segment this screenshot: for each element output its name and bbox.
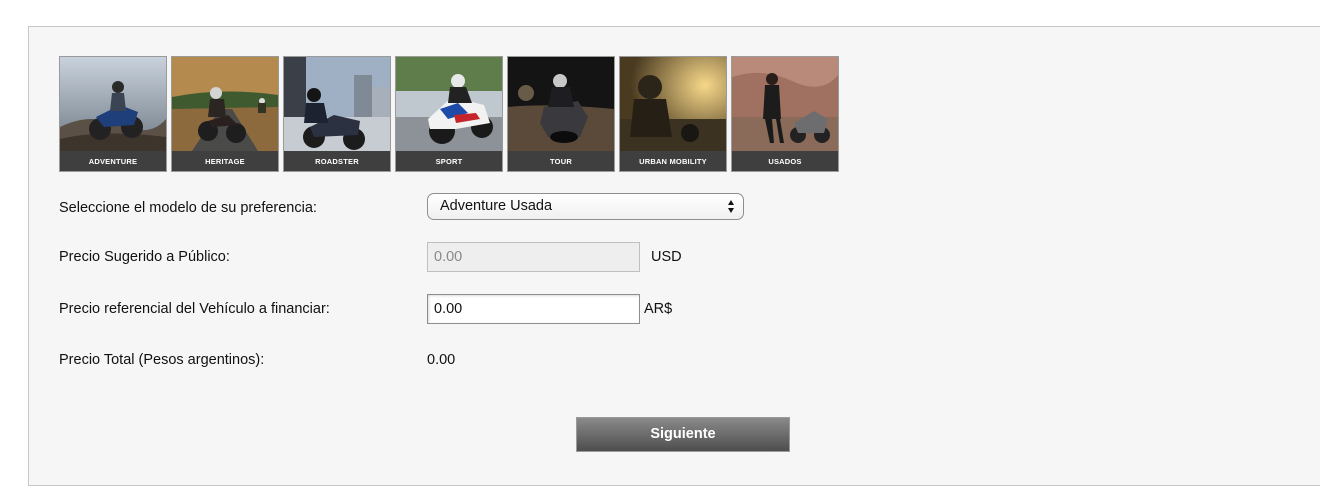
model-label: Seleccione el modelo de su preferencia: [59, 200, 317, 216]
suggested-price-unit: USD [651, 249, 682, 265]
roadster-photo [284, 57, 390, 151]
adventure-photo [60, 57, 166, 151]
total-price-label: Precio Total (Pesos argentinos): [59, 352, 265, 368]
category-tile-sport[interactable]: SPORT [395, 56, 503, 172]
up-down-arrows-icon [727, 198, 735, 215]
next-button[interactable]: Siguiente [576, 417, 790, 452]
heritage-photo [172, 57, 278, 151]
model-select[interactable]: Adventure Usada [427, 193, 744, 220]
reference-price-unit: AR$ [644, 301, 673, 317]
category-label: TOUR [508, 151, 614, 171]
suggested-price-field [427, 242, 640, 272]
category-tile-urban-mobility[interactable]: URBAN MOBILITY [619, 56, 727, 172]
category-tile-usados[interactable]: USADOS [731, 56, 839, 172]
category-tiles: ADVENTURE HERITAGE ROADSTER SPORT TOUR U… [59, 56, 839, 172]
reference-price-label: Precio referencial del Vehículo a financ… [59, 301, 330, 317]
category-tile-adventure[interactable]: ADVENTURE [59, 56, 167, 172]
tour-photo [508, 57, 614, 151]
usados-photo [732, 57, 838, 151]
suggested-price-label: Precio Sugerido a Público: [59, 249, 230, 265]
category-label: URBAN MOBILITY [620, 151, 726, 171]
sport-photo [396, 57, 502, 151]
calculator-panel: ADVENTURE HERITAGE ROADSTER SPORT TOUR U… [28, 26, 1320, 486]
category-tile-tour[interactable]: TOUR [507, 56, 615, 172]
category-label: USADOS [732, 151, 838, 171]
category-label: ADVENTURE [60, 151, 166, 171]
category-tile-roadster[interactable]: ROADSTER [283, 56, 391, 172]
total-price-value: 0.00 [427, 352, 456, 368]
model-select-value: Adventure Usada [440, 198, 553, 214]
category-label: HERITAGE [172, 151, 278, 171]
urban-mobility-photo [620, 57, 726, 151]
category-tile-heritage[interactable]: HERITAGE [171, 56, 279, 172]
category-label: ROADSTER [284, 151, 390, 171]
category-label: SPORT [396, 151, 502, 171]
reference-price-input[interactable] [427, 294, 640, 324]
